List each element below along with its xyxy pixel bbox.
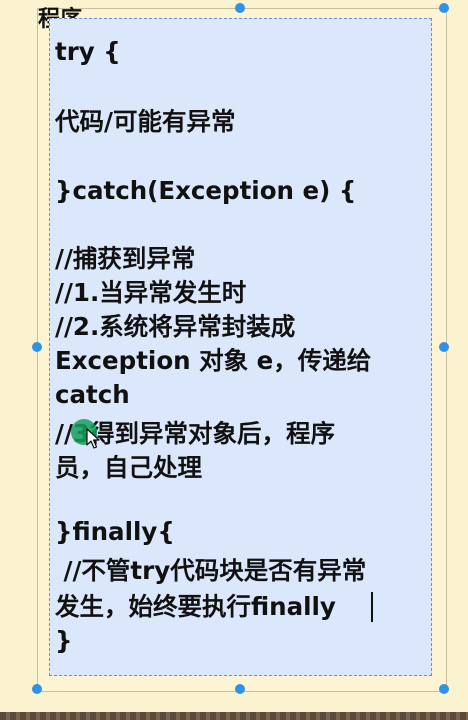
code-line-catch-word: catch — [55, 380, 130, 409]
selection-handle-bottom-left[interactable] — [32, 684, 42, 694]
window-bottom-edge — [0, 712, 468, 720]
selection-handle-bottom-center[interactable] — [235, 684, 245, 694]
selection-handle-top-right[interactable] — [439, 3, 449, 13]
code-line-always-execute: 发生，始终要执行finally — [55, 592, 336, 621]
selection-handle-top-center[interactable] — [235, 3, 245, 13]
code-line-exception-object: Exception 对象 e，传递给 — [55, 346, 372, 375]
selection-handle-middle-right[interactable] — [439, 342, 449, 352]
code-line-comment-2: //2.系统将异常封装成 — [55, 312, 296, 341]
mouse-pointer-icon — [86, 428, 100, 449]
code-line-comment-finally: //不管try代码块是否有异常 — [55, 556, 367, 585]
code-line-comment-catch: //捕获到异常 — [55, 244, 196, 273]
code-line-close-brace: } — [55, 626, 73, 655]
selection-handle-bottom-right[interactable] — [439, 684, 449, 694]
code-line-finally: }finally{ — [55, 517, 175, 546]
code-text-box[interactable]: try { 代码/可能有异常 }catch(Exception e) { //捕… — [49, 18, 432, 676]
text-caret — [371, 592, 373, 622]
code-line-try: try { — [55, 37, 121, 66]
code-line-programmer: 员，自己处理 — [55, 453, 202, 482]
code-line-catch: }catch(Exception e) { — [55, 176, 357, 205]
code-line-comment-1: //1.当异常发生时 — [55, 278, 247, 307]
code-line-comment-code: 代码/可能有异常 — [55, 107, 236, 136]
selection-handle-middle-left[interactable] — [32, 342, 42, 352]
